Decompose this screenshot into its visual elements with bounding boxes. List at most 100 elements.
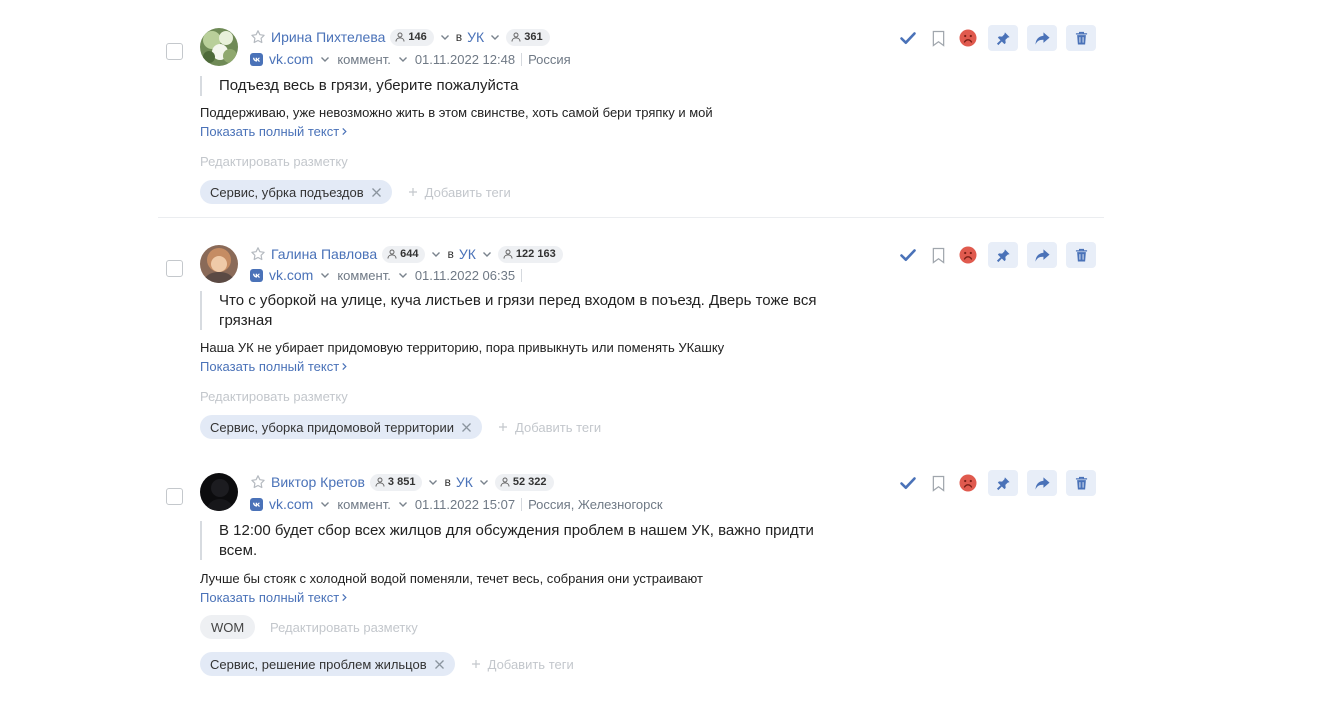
chevron-down-icon[interactable] (439, 31, 451, 43)
quote-line: Что с уборкой на улице, куча листьев и г… (219, 292, 817, 309)
negative-sentiment-icon[interactable] (958, 242, 978, 268)
audience-icon (387, 249, 397, 259)
avatar[interactable] (200, 28, 238, 66)
uk-link[interactable]: УК (456, 474, 473, 490)
add-tags-button[interactable]: Добавить теги (408, 185, 511, 200)
add-tags-label: Добавить теги (487, 656, 574, 672)
quoted-post: Что с уборкой на улице, куча листьев и г… (200, 291, 816, 330)
plus-icon (498, 420, 508, 435)
avatar[interactable] (200, 245, 238, 283)
close-icon[interactable] (461, 422, 472, 433)
edit-markup-link[interactable]: Редактировать разметку (270, 620, 418, 635)
chevron-right-icon (341, 124, 348, 139)
pin-icon[interactable] (988, 25, 1018, 51)
chevron-down-icon[interactable] (397, 53, 409, 65)
chevron-right-icon (341, 590, 348, 605)
chevron-down-icon[interactable] (397, 498, 409, 510)
quote-line: В 12:00 будет сбор всех жилцов для обсуж… (219, 522, 814, 539)
audience-icon (395, 32, 405, 42)
avatar[interactable] (200, 473, 238, 511)
followers-badge: 644 (382, 245, 426, 263)
share-icon[interactable] (1027, 242, 1057, 268)
negative-sentiment-icon[interactable] (958, 470, 978, 496)
tags-row: Сервис, убрка подъездов Добавить теги (200, 180, 511, 204)
close-icon[interactable] (371, 187, 382, 198)
close-icon[interactable] (434, 659, 445, 670)
followers-badge: 3 851 (369, 473, 423, 491)
post-meta: vk.com коммент. 01.11.2022 12:48 Россия (250, 49, 571, 69)
uk-link[interactable]: УК (459, 246, 476, 262)
bookmark-icon[interactable] (928, 470, 948, 496)
reach-badge: 361 (506, 28, 550, 46)
negative-sentiment-icon[interactable] (958, 25, 978, 51)
followers-count: 3 851 (387, 476, 416, 488)
add-tags-label: Добавить теги (424, 184, 511, 200)
uk-link[interactable]: УК (467, 29, 484, 45)
reach-badge: 122 163 (497, 245, 563, 263)
audience-icon (503, 249, 513, 259)
star-icon[interactable] (250, 29, 266, 45)
vk-icon (250, 52, 263, 66)
show-full-text-link[interactable]: Показать полный текст (200, 590, 348, 605)
quote-line: грязная (219, 311, 273, 329)
check-icon[interactable] (898, 242, 918, 268)
share-icon[interactable] (1027, 470, 1057, 496)
pin-icon[interactable] (988, 242, 1018, 268)
source-link[interactable]: vk.com (269, 496, 313, 512)
wom-badge[interactable]: WOM (200, 615, 256, 639)
tag-chip[interactable]: Сервис, уборка придомовой территории (200, 415, 483, 439)
chevron-down-icon[interactable] (397, 269, 409, 281)
chevron-down-icon[interactable] (489, 31, 501, 43)
author-name[interactable]: Галина Павлова (271, 246, 377, 262)
trash-icon[interactable] (1066, 470, 1096, 496)
edit-markup-link[interactable]: Редактировать разметку (200, 389, 348, 404)
star-icon[interactable] (250, 246, 266, 262)
chevron-down-icon[interactable] (319, 269, 331, 281)
tag-label: Сервис, решение проблем жильцов (210, 656, 427, 672)
content-type: коммент. (337, 51, 391, 67)
bookmark-icon[interactable] (928, 242, 948, 268)
reach-count: 52 322 (512, 476, 547, 488)
chevron-down-icon[interactable] (478, 476, 490, 488)
add-tags-button[interactable]: Добавить теги (471, 657, 574, 672)
chevron-down-icon[interactable] (427, 476, 439, 488)
author-name[interactable]: Виктор Кретов (271, 474, 365, 490)
author-name[interactable]: Ирина Пихтелева (271, 29, 385, 45)
tag-label: Сервис, убрка подъездов (210, 184, 364, 200)
comment-text: Лучше бы стояк с холодной водой поменяли… (200, 571, 703, 586)
in-label: в (444, 475, 451, 489)
divider (521, 497, 523, 511)
pin-icon[interactable] (988, 470, 1018, 496)
show-full-text-link[interactable]: Показать полный текст (200, 124, 348, 139)
divider (521, 268, 523, 282)
chevron-down-icon[interactable] (430, 248, 442, 260)
add-tags-label: Добавить теги (515, 419, 602, 435)
plus-icon (471, 657, 481, 672)
show-full-text-link[interactable]: Показать полный текст (200, 359, 348, 374)
check-icon[interactable] (898, 470, 918, 496)
tag-chip[interactable]: Сервис, убрка подъездов (200, 180, 392, 204)
trash-icon[interactable] (1066, 25, 1096, 51)
tag-chip[interactable]: Сервис, решение проблем жильцов (200, 652, 455, 676)
trash-icon[interactable] (1066, 242, 1096, 268)
select-checkbox[interactable] (166, 43, 183, 60)
add-tags-button[interactable]: Добавить теги (498, 420, 601, 435)
chevron-down-icon[interactable] (319, 53, 331, 65)
select-checkbox[interactable] (166, 488, 183, 505)
source-link[interactable]: vk.com (269, 51, 313, 67)
action-toolbar (898, 25, 1105, 51)
edit-markup-link[interactable]: Редактировать разметку (200, 154, 348, 169)
post-datetime: 01.11.2022 12:48 (414, 51, 516, 67)
check-icon[interactable] (898, 25, 918, 51)
select-checkbox[interactable] (166, 260, 183, 277)
share-icon[interactable] (1027, 25, 1057, 51)
source-link[interactable]: vk.com (269, 267, 313, 283)
star-icon[interactable] (250, 474, 266, 490)
divider (521, 52, 523, 66)
chevron-down-icon[interactable] (481, 248, 493, 260)
tags-row: Сервис, решение проблем жильцов Добавить… (200, 652, 574, 676)
bookmark-icon[interactable] (928, 25, 948, 51)
chevron-down-icon[interactable] (319, 498, 331, 510)
post-card: Виктор Кретов 3 851 в УК 52 322 vk.com к… (158, 445, 1104, 695)
audience-icon (511, 32, 521, 42)
